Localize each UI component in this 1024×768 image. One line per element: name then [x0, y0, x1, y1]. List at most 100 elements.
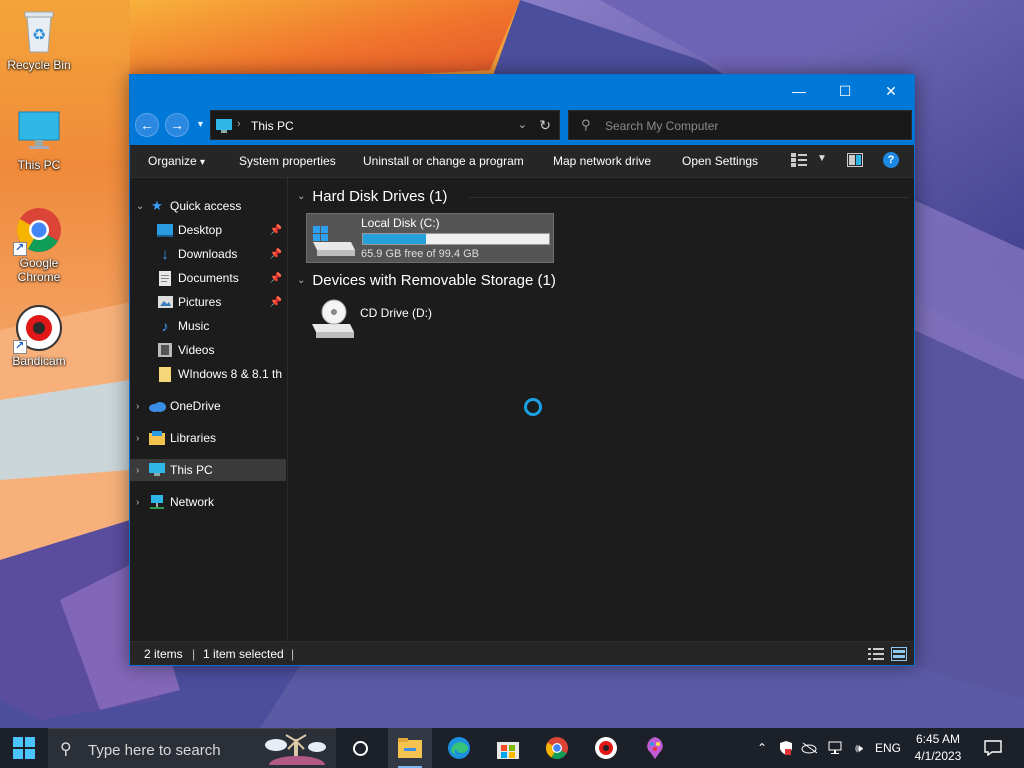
- onedrive-offline-icon[interactable]: [799, 728, 821, 768]
- pin-icon[interactable]: 📌: [270, 225, 282, 236]
- nav-item-windows-folder[interactable]: WIndows 8 & 8.1 th: [130, 363, 286, 385]
- search-box[interactable]: ⚲: [568, 110, 912, 140]
- drive-tile-d[interactable]: CD Drive (D:): [306, 296, 466, 344]
- cd-drive-icon: [310, 298, 356, 345]
- chevron-down-icon[interactable]: ▼: [817, 153, 827, 164]
- tiles-view-icon[interactable]: [891, 647, 907, 664]
- group-header-removable[interactable]: ⌄ Devices with Removable Storage (1): [297, 272, 556, 289]
- nav-label: OneDrive: [170, 399, 221, 413]
- desktop-icon-label: Recycle Bin: [7, 58, 71, 72]
- details-view-icon[interactable]: [868, 647, 884, 664]
- status-selection: 1 item selected: [203, 647, 284, 661]
- chevron-down-icon: ⌄: [297, 275, 306, 286]
- nav-label: Music: [178, 319, 210, 333]
- minimize-button[interactable]: —: [776, 75, 822, 107]
- system-properties-button[interactable]: System properties: [239, 154, 336, 168]
- title-bar[interactable]: — ☐ ✕: [130, 75, 914, 107]
- clock[interactable]: 6:45 AM 4/1/2023: [905, 731, 971, 765]
- document-icon: [156, 270, 174, 286]
- search-icon: ⚲: [581, 117, 591, 132]
- nav-item-desktop[interactable]: Desktop 📌: [130, 219, 286, 241]
- taskbar-paint[interactable]: [633, 728, 677, 768]
- security-tray-icon[interactable]: [775, 728, 797, 768]
- desktop-icon-google-chrome[interactable]: Google Chrome: [1, 206, 77, 284]
- desktop-icon-label: Bandicam: [12, 354, 66, 368]
- pin-icon[interactable]: 📌: [270, 249, 282, 260]
- input-language-indicator[interactable]: ENG: [873, 728, 903, 768]
- taskbar-edge[interactable]: [437, 728, 481, 768]
- nav-item-music[interactable]: ♪ Music: [130, 315, 286, 337]
- pin-icon[interactable]: 📌: [270, 297, 282, 308]
- arrow-left-icon: ←: [140, 117, 154, 133]
- nav-label: This PC: [170, 463, 213, 477]
- nav-label: Downloads: [178, 247, 238, 261]
- nav-label: Network: [170, 495, 215, 509]
- maximize-button[interactable]: ☐: [822, 75, 868, 107]
- cloud-icon: [148, 398, 166, 414]
- volume-icon[interactable]: 🕪: [848, 728, 870, 768]
- taskbar-bandicam[interactable]: [584, 728, 628, 768]
- desktop-icon-bandicam[interactable]: Bandicam: [1, 304, 77, 368]
- nav-label: Documents: [178, 271, 239, 285]
- chevron-right-icon: ›: [136, 400, 140, 412]
- chevron-right-icon: ›: [136, 464, 140, 476]
- group-header-hard-disk[interactable]: ⌄ Hard Disk Drives (1): [297, 188, 447, 205]
- status-separator: |: [192, 647, 196, 661]
- loading-spinner-icon: [524, 398, 542, 416]
- nav-libraries[interactable]: › Libraries: [130, 427, 286, 449]
- preview-pane-icon[interactable]: [847, 153, 863, 170]
- help-button[interactable]: ?: [883, 152, 899, 168]
- taskbar-search-input[interactable]: [88, 740, 258, 760]
- nav-quick-access[interactable]: ⌄ ★ Quick access: [130, 195, 286, 217]
- recent-locations-button[interactable]: ▼: [196, 119, 205, 129]
- open-settings-button[interactable]: Open Settings: [682, 154, 758, 168]
- nav-this-pc[interactable]: › This PC: [130, 459, 286, 481]
- file-explorer-window[interactable]: — ☐ ✕ ← → ▼ › This PC ⌄ ↻ ⚲ Organize ▾ S…: [129, 74, 915, 666]
- change-view-icon[interactable]: [791, 153, 807, 170]
- folder-icon: [156, 366, 174, 382]
- organize-button[interactable]: Organize ▾: [148, 154, 205, 168]
- content-pane[interactable]: ⌄ Hard Disk Drives (1) Local Disk (C:) 6…: [289, 178, 914, 641]
- uninstall-program-button[interactable]: Uninstall or change a program: [363, 154, 524, 168]
- task-view-button[interactable]: [338, 728, 382, 768]
- desktop-icon-label: Google Chrome: [17, 256, 61, 284]
- nav-item-pictures[interactable]: Pictures 📌: [130, 291, 286, 313]
- map-network-drive-button[interactable]: Map network drive: [553, 154, 651, 168]
- drive-tile-c[interactable]: Local Disk (C:) 65.9 GB free of 99.4 GB: [306, 213, 554, 263]
- notification-icon: [984, 740, 1002, 756]
- task-view-icon: [352, 740, 368, 756]
- breadcrumb-this-pc[interactable]: This PC: [251, 119, 294, 133]
- refresh-icon[interactable]: ↻: [539, 117, 551, 134]
- forward-button[interactable]: →: [165, 113, 189, 137]
- chrome-icon: [546, 737, 568, 759]
- taskbar-file-explorer[interactable]: [388, 728, 432, 768]
- clock-time: 6:45 AM: [915, 732, 961, 746]
- nav-network[interactable]: › Network: [130, 491, 286, 513]
- desktop-icon-this-pc[interactable]: This PC: [1, 108, 77, 172]
- navigation-pane[interactable]: ⌄ ★ Quick access Desktop 📌 ↓ Downloads 📌…: [130, 178, 288, 641]
- pin-icon[interactable]: 📌: [270, 273, 282, 284]
- address-bar[interactable]: › This PC ⌄ ↻: [210, 110, 560, 140]
- nav-item-downloads[interactable]: ↓ Downloads 📌: [130, 243, 286, 265]
- shortcut-arrow-icon: [13, 339, 27, 354]
- taskbar-chrome[interactable]: [535, 728, 579, 768]
- back-button[interactable]: ←: [135, 113, 159, 137]
- show-hidden-icons-button[interactable]: ⌃: [752, 728, 772, 768]
- search-input[interactable]: [605, 117, 895, 135]
- hard-drive-icon: [311, 222, 357, 261]
- taskbar-search-box[interactable]: ⚲: [48, 728, 336, 768]
- weather-scene-icon: [262, 733, 332, 768]
- desktop-icon-recycle-bin[interactable]: ♻ Recycle Bin: [1, 8, 77, 72]
- nav-item-videos[interactable]: Videos: [130, 339, 286, 361]
- close-button[interactable]: ✕: [868, 75, 914, 107]
- monitor-icon: [15, 108, 63, 156]
- taskbar-store[interactable]: [486, 728, 530, 768]
- notification-center-button[interactable]: [978, 728, 1008, 768]
- nav-item-documents[interactable]: Documents 📌: [130, 267, 286, 289]
- network-tray-icon[interactable]: [823, 728, 847, 768]
- start-button[interactable]: [0, 728, 48, 768]
- chevron-down-icon[interactable]: ⌄: [518, 118, 527, 131]
- nav-onedrive[interactable]: › OneDrive: [130, 395, 286, 417]
- paint-icon: [647, 737, 663, 759]
- breadcrumb-separator: ›: [237, 118, 241, 130]
